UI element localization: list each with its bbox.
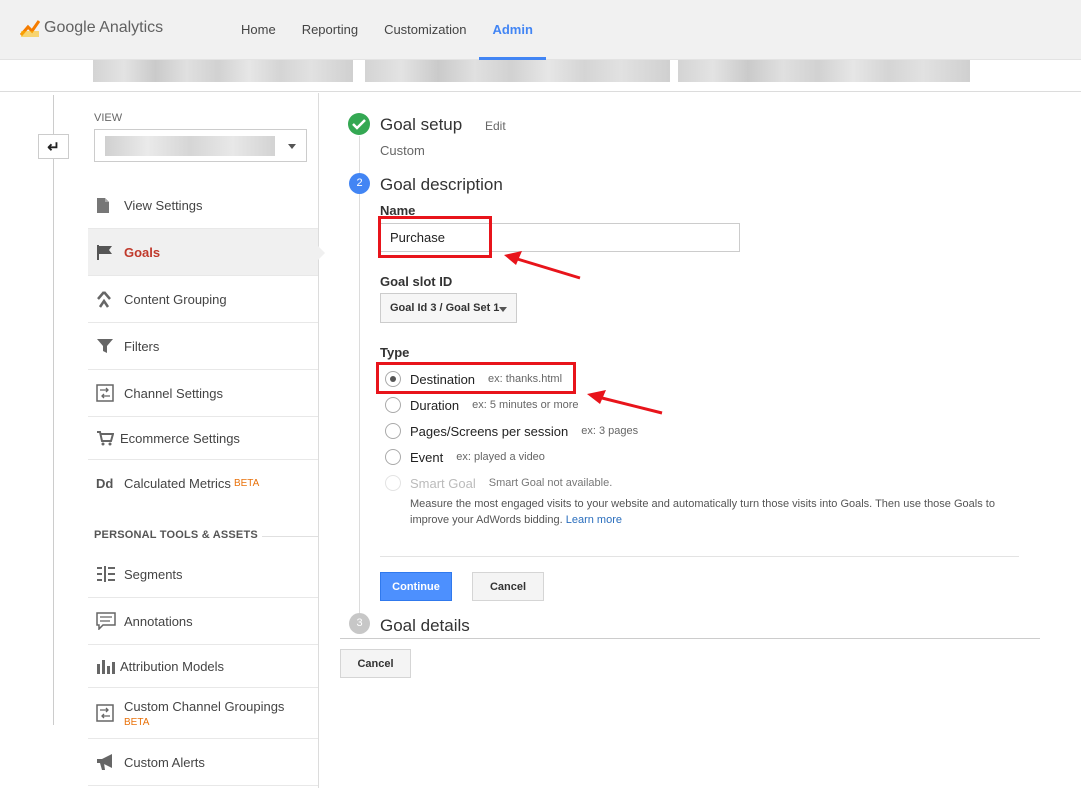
arrow-icon [504,251,581,280]
arrow-icon [587,390,663,415]
annotation-arrows [504,251,663,415]
